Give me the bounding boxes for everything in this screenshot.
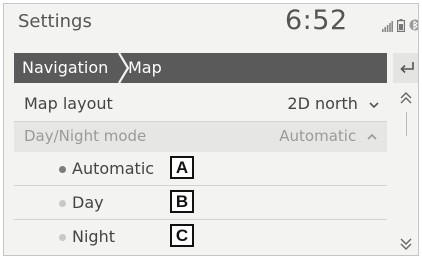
day-night-mode-value-text: Automatic xyxy=(279,127,357,145)
signal-strength-icon xyxy=(382,17,393,36)
scroll-down-icon[interactable] xyxy=(398,236,414,252)
breadcrumb-item-navigation[interactable]: Navigation xyxy=(22,58,108,77)
option-label: Automatic xyxy=(72,159,155,178)
map-layout-value: 2D north xyxy=(287,94,379,113)
bluetooth-icon xyxy=(409,17,418,36)
breadcrumb: Navigation Map xyxy=(14,52,387,84)
app-title: Settings xyxy=(18,11,92,32)
callout-label: A xyxy=(170,156,194,179)
map-layout-row[interactable]: Map layout 2D north xyxy=(14,88,387,122)
option-label: Day xyxy=(72,193,104,212)
callout-label: B xyxy=(170,190,194,213)
settings-screen: Settings 6:52 Navigation Map Map layout … xyxy=(3,3,419,256)
scrollbar[interactable] xyxy=(406,112,407,136)
chevron-down-icon xyxy=(369,94,379,113)
battery-icon xyxy=(397,17,406,36)
map-layout-value-text: 2D north xyxy=(287,94,358,113)
back-arrow-icon xyxy=(398,59,416,78)
status-bar: Settings 6:52 xyxy=(4,4,418,44)
callout-label: C xyxy=(170,224,194,247)
back-button[interactable] xyxy=(393,53,418,83)
day-night-mode-value: Automatic xyxy=(279,127,377,145)
status-icons xyxy=(382,17,418,36)
option-day[interactable]: Day B xyxy=(14,186,387,220)
unselected-indicator-icon xyxy=(59,234,66,241)
option-automatic[interactable]: Automatic A xyxy=(14,152,387,186)
chevron-up-icon xyxy=(367,127,377,145)
breadcrumb-item-map: Map xyxy=(128,58,162,77)
day-night-mode-label: Day/Night mode xyxy=(24,127,147,145)
selected-indicator-icon xyxy=(59,166,66,173)
day-night-mode-row[interactable]: Day/Night mode Automatic xyxy=(14,122,387,152)
scroll-up-icon[interactable] xyxy=(398,90,414,106)
option-label: Night xyxy=(72,227,115,246)
option-night[interactable]: Night C xyxy=(14,220,387,254)
clock: 6:52 xyxy=(285,5,348,36)
map-layout-label: Map layout xyxy=(24,94,113,113)
unselected-indicator-icon xyxy=(59,200,66,207)
